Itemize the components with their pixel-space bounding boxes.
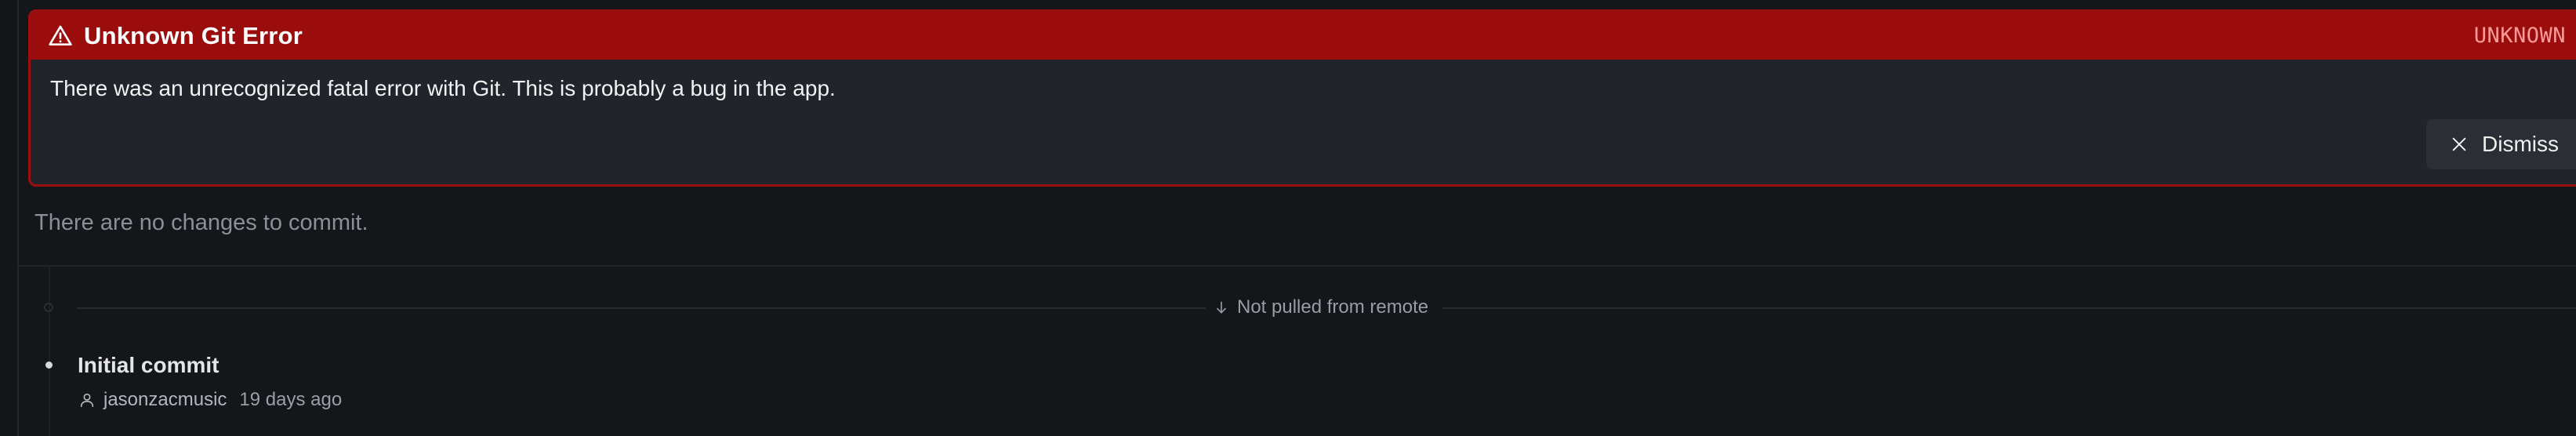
timeline-line xyxy=(49,267,50,436)
commit-node xyxy=(45,362,53,369)
error-card: Unknown Git Error UNKNOWN There was an u… xyxy=(28,9,2576,187)
arrow-down-icon xyxy=(1214,300,1229,315)
error-title: Unknown Git Error xyxy=(84,21,303,49)
timeline-hollow-node xyxy=(44,303,53,312)
commit-time: 19 days ago xyxy=(239,389,343,410)
remote-divider: Not pulled from remote xyxy=(1214,296,1428,318)
warning-triangle-icon xyxy=(48,24,73,49)
error-header: Unknown Git Error UNKNOWN xyxy=(31,12,2576,60)
close-icon xyxy=(2451,136,2468,153)
remote-divider-rule-right xyxy=(1442,307,2576,309)
left-rail xyxy=(0,0,19,436)
dismiss-label: Dismiss xyxy=(2482,132,2559,156)
commit-meta: jasonzacmusic 19 days ago xyxy=(78,389,342,411)
remote-divider-rule-left xyxy=(77,307,1206,309)
no-changes-text: There are no changes to commit. xyxy=(34,210,368,235)
section-divider xyxy=(17,265,2576,267)
commit-author: jasonzacmusic xyxy=(103,389,227,410)
error-message: There was an unrecognized fatal error wi… xyxy=(50,76,836,100)
user-icon xyxy=(78,391,96,409)
dismiss-button[interactable]: Dismiss xyxy=(2426,119,2576,169)
commit-title[interactable]: Initial commit xyxy=(78,353,219,378)
error-code: UNKNOWN xyxy=(2473,24,2566,48)
remote-divider-label: Not pulled from remote xyxy=(1237,296,1429,318)
